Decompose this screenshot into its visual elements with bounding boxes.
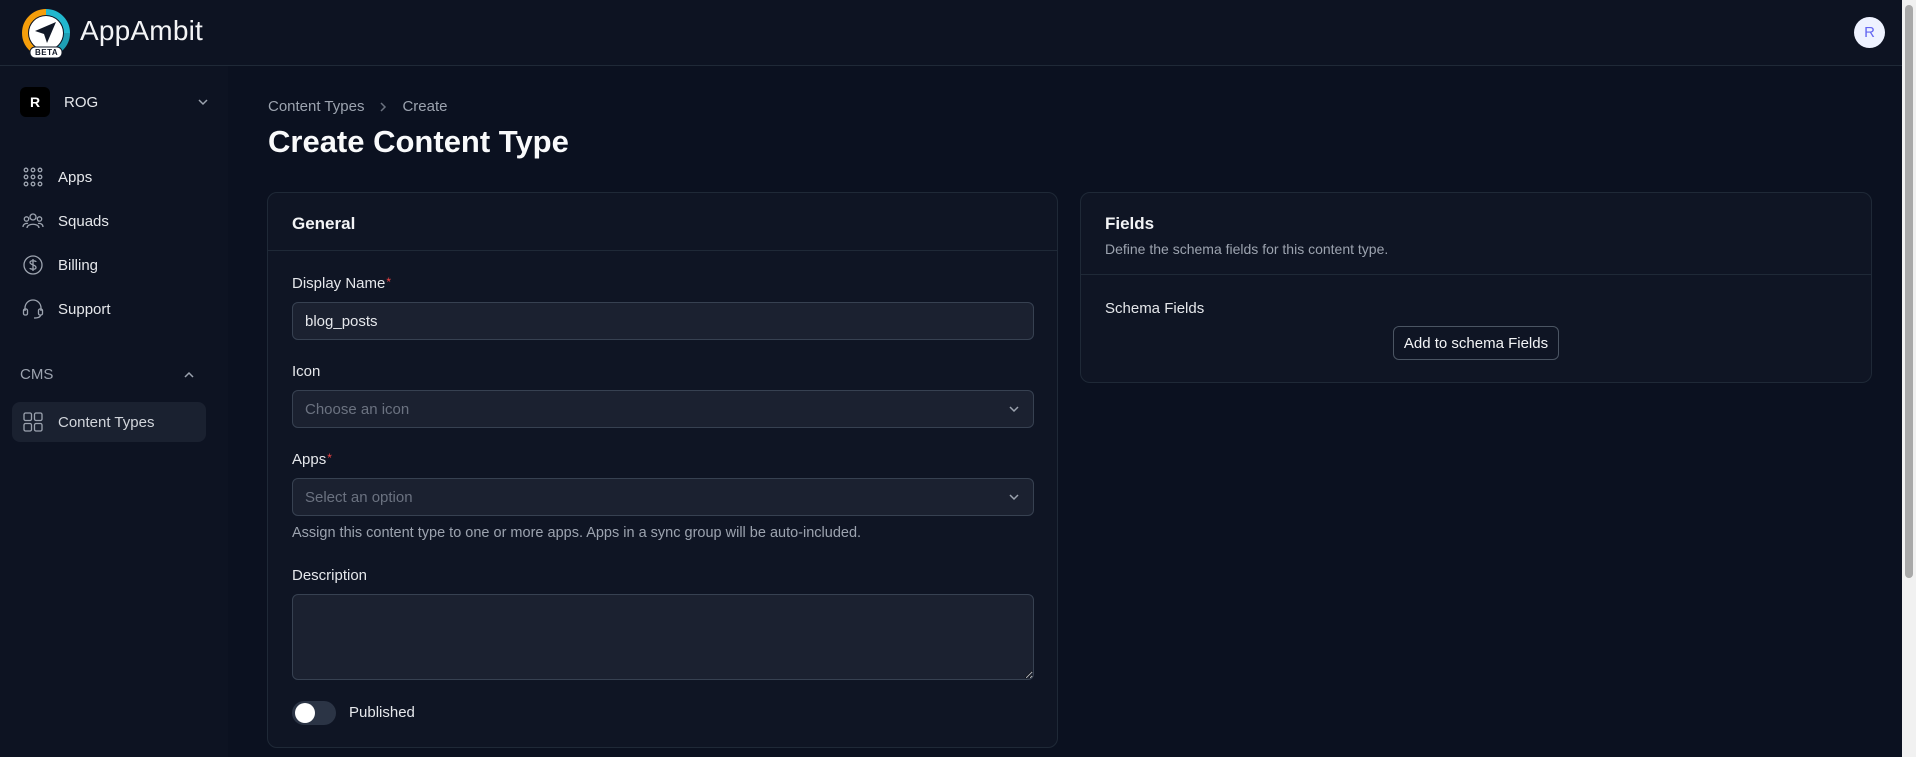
sidebar-item-label: Billing [58, 256, 99, 274]
chevron-up-icon [184, 371, 194, 378]
icon-select[interactable]: Choose an icon [292, 390, 1034, 428]
chevron-right-icon [380, 101, 387, 112]
apps-label: Apps* [292, 451, 332, 468]
sidebar-item-label: Content Types [58, 413, 155, 431]
fields-card-header: Fields Define the schema fields for this… [1081, 193, 1871, 275]
user-avatar[interactable]: R [1854, 17, 1885, 48]
sidebar-item-label: Support [58, 300, 111, 318]
grid-dots-icon [23, 167, 43, 187]
fields-card: Fields Define the schema fields for this… [1080, 192, 1872, 383]
sidebar-item-content-types[interactable]: Content Types [12, 402, 206, 442]
apps-label-text: Apps [292, 451, 327, 468]
icon-label: Icon [292, 363, 321, 380]
display-name-label: Display Name* [292, 275, 391, 292]
users-icon [22, 213, 44, 229]
general-card-header: General [268, 193, 1057, 251]
scrollbar-thumb[interactable] [1905, 5, 1913, 578]
brand-name: AppAmbit [80, 15, 203, 46]
description-label: Description [292, 567, 368, 584]
cms-section-label: CMS [20, 366, 54, 383]
cms-section-toggle[interactable]: CMS [20, 366, 196, 383]
sidebar-item-billing[interactable]: Billing [12, 245, 206, 285]
published-toggle[interactable] [292, 701, 336, 725]
sidebar: R ROG Apps Squads Billing Support CMS Co… [0, 66, 228, 757]
required-marker: * [327, 451, 332, 465]
add-schema-field-button[interactable]: Add to schema Fields [1393, 326, 1559, 360]
display-name-input[interactable] [292, 302, 1034, 340]
fields-card-title: Fields [1105, 214, 1155, 233]
page-scrollbar[interactable] [1902, 0, 1916, 757]
sidebar-item-label: Squads [58, 212, 109, 230]
icon-select-placeholder: Choose an icon [305, 400, 410, 418]
apps-hint: Assign this content type to one or more … [292, 525, 862, 541]
fields-card-subtitle: Define the schema fields for this conten… [1105, 241, 1389, 257]
chevron-down-icon [1009, 406, 1019, 413]
chevron-down-icon [198, 99, 208, 106]
published-label: Published [349, 704, 415, 721]
breadcrumb: Content Types Create [268, 98, 447, 115]
dollar-circle-icon [23, 255, 43, 275]
org-avatar: R [20, 87, 50, 117]
squares-icon [23, 412, 43, 432]
beta-badge: BETA [35, 48, 59, 57]
apps-select[interactable]: Select an option [292, 478, 1034, 516]
headset-icon [22, 299, 44, 319]
chevron-down-icon [1009, 494, 1019, 501]
apps-select-placeholder: Select an option [305, 488, 413, 506]
schema-fields-label: Schema Fields [1105, 300, 1205, 317]
general-card: General Display Name* Icon Choose an ico… [267, 192, 1058, 748]
org-switcher[interactable]: R ROG [20, 86, 210, 118]
description-textarea[interactable] [292, 594, 1034, 680]
appambit-logo[interactable]: BETA [21, 9, 70, 59]
breadcrumb-content-types[interactable]: Content Types [268, 98, 364, 115]
top-bar: BETA AppAmbit R [0, 0, 1902, 66]
toggle-knob [295, 703, 315, 723]
sidebar-item-squads[interactable]: Squads [12, 201, 206, 241]
sidebar-item-apps[interactable]: Apps [12, 157, 206, 197]
org-name: ROG [64, 93, 99, 111]
breadcrumb-current: Create [402, 98, 448, 115]
sidebar-item-label: Apps [58, 168, 93, 186]
required-marker: * [386, 275, 392, 289]
display-name-label-text: Display Name [292, 275, 386, 292]
sidebar-item-support[interactable]: Support [12, 289, 206, 329]
page-title: Create Content Type [268, 124, 569, 159]
general-card-title: General [292, 214, 356, 233]
